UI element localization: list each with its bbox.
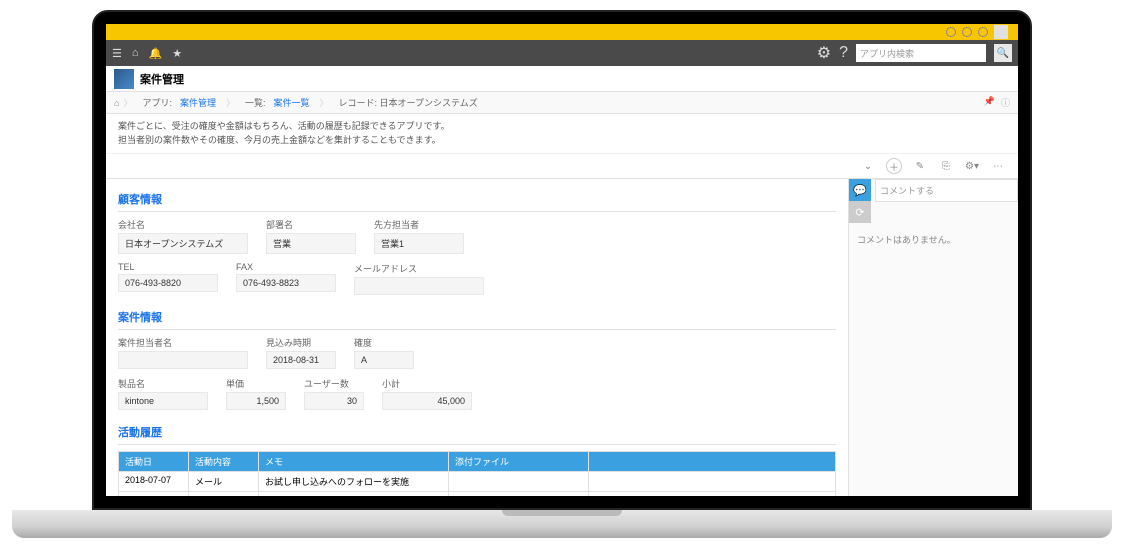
- info-icon[interactable]: ⓘ: [1001, 96, 1010, 109]
- comment-sidebar: 💬 ⟳ コメントする コメントはありません。: [848, 179, 1018, 496]
- star-icon[interactable]: ★: [172, 47, 182, 60]
- value-email: [354, 277, 484, 295]
- value-company: 日本オープンシステムズ: [118, 233, 248, 254]
- bell-icon[interactable]: 🔔: [149, 47, 163, 60]
- th-file: 添付ファイル: [449, 452, 589, 471]
- app-title: 案件管理: [140, 71, 184, 87]
- breadcrumb-record: レコード: 日本オープンシステムズ: [333, 96, 484, 109]
- topbar-icon-1[interactable]: [946, 27, 956, 37]
- home-icon[interactable]: ⌂: [132, 47, 139, 60]
- topbar-icon-2[interactable]: [962, 27, 972, 37]
- more-icon[interactable]: ⋯: [990, 158, 1006, 174]
- record-toolbar: ⌄ ＋ ✎ ⎘ ⚙▾ ⋯: [106, 154, 1018, 179]
- value-tel: 076-493-8820: [118, 274, 218, 292]
- search-input[interactable]: アプリ内検索: [856, 44, 986, 62]
- gear-dropdown-icon[interactable]: ⚙▾: [964, 158, 980, 174]
- value-contact: 営業1: [374, 233, 464, 254]
- topbar-icon-3[interactable]: [978, 27, 988, 37]
- history-table: 活動日 活動内容 メモ 添付ファイル 2018-07-07 メール お試し申し込…: [118, 451, 836, 496]
- value-unit: 1,500: [226, 392, 286, 410]
- label-owner: 案件担当者名: [118, 336, 248, 349]
- label-product: 製品名: [118, 377, 208, 390]
- laptop-base: [12, 510, 1112, 538]
- gear-icon[interactable]: ⚙: [817, 43, 831, 63]
- record-body: 顧客情報 会社名 日本オープンシステムズ 部署名 営業 先方担当者 営業1: [106, 179, 848, 496]
- value-users: 30: [304, 392, 364, 410]
- label-email: メールアドレス: [354, 262, 484, 275]
- comment-tab-icon[interactable]: 💬: [849, 179, 871, 201]
- th-memo: メモ: [259, 452, 449, 471]
- breadcrumb-app[interactable]: アプリ:案件管理: [136, 96, 222, 109]
- breadcrumb: ⌂ 〉 アプリ:案件管理 〉 一覧:案件一覧 〉 レコード: 日本オープンシステ…: [106, 92, 1018, 114]
- section-project: 案件情報: [118, 303, 836, 330]
- table-row: 2018-07-30 電話 初期設定の課題を電話で対応: [119, 491, 835, 496]
- label-company: 会社名: [118, 218, 248, 231]
- value-product: kintone: [118, 392, 208, 410]
- label-contact: 先方担当者: [374, 218, 464, 231]
- value-dept: 営業: [266, 233, 356, 254]
- value-owner: [118, 351, 248, 369]
- user-avatar[interactable]: [994, 25, 1008, 39]
- label-subtotal: 小計: [382, 377, 472, 390]
- help-icon[interactable]: ?: [839, 44, 848, 62]
- pin-icon[interactable]: 📌: [984, 96, 995, 109]
- label-fax: FAX: [236, 262, 336, 272]
- label-unit: 単価: [226, 377, 286, 390]
- value-expected: 2018-08-31: [266, 351, 336, 369]
- table-row: 2018-07-07 メール お試し申し込みへのフォローを実施: [119, 471, 835, 491]
- label-users: ユーザー数: [304, 377, 364, 390]
- label-expected: 見込み時期: [266, 336, 336, 349]
- breadcrumb-list[interactable]: 一覧:案件一覧: [239, 96, 316, 109]
- label-dept: 部署名: [266, 218, 356, 231]
- search-button[interactable]: 🔍: [994, 44, 1012, 62]
- breadcrumb-home-icon[interactable]: ⌂: [114, 98, 119, 108]
- add-record-button[interactable]: ＋: [886, 158, 902, 174]
- label-tel: TEL: [118, 262, 218, 272]
- brand-topbar: [106, 24, 1018, 40]
- section-history: 活動履歴: [118, 418, 836, 445]
- th-date: 活動日: [119, 452, 189, 471]
- copy-icon[interactable]: ⎘: [938, 158, 954, 174]
- value-fax: 076-493-8823: [236, 274, 336, 292]
- history-tab-icon[interactable]: ⟳: [849, 201, 871, 223]
- menu-icon[interactable]: ☰: [112, 47, 122, 60]
- label-prob: 確度: [354, 336, 414, 349]
- section-customer: 顧客情報: [118, 185, 836, 212]
- global-navbar: ☰ ⌂ 🔔 ★ ⚙ ? アプリ内検索 🔍: [106, 40, 1018, 66]
- edit-icon[interactable]: ✎: [912, 158, 928, 174]
- comment-empty: コメントはありません。: [849, 223, 1018, 256]
- value-subtotal: 45,000: [382, 392, 472, 410]
- value-prob: A: [354, 351, 414, 369]
- chevron-down-icon[interactable]: ⌄: [860, 158, 876, 174]
- app-icon: [114, 69, 134, 89]
- app-description: 案件ごとに、受注の確度や金額はもちろん、活動の履歴も記録できるアプリです。 担当…: [106, 114, 1018, 154]
- th-type: 活動内容: [189, 452, 259, 471]
- app-header: 案件管理: [106, 66, 1018, 92]
- comment-input[interactable]: コメントする: [875, 179, 1018, 202]
